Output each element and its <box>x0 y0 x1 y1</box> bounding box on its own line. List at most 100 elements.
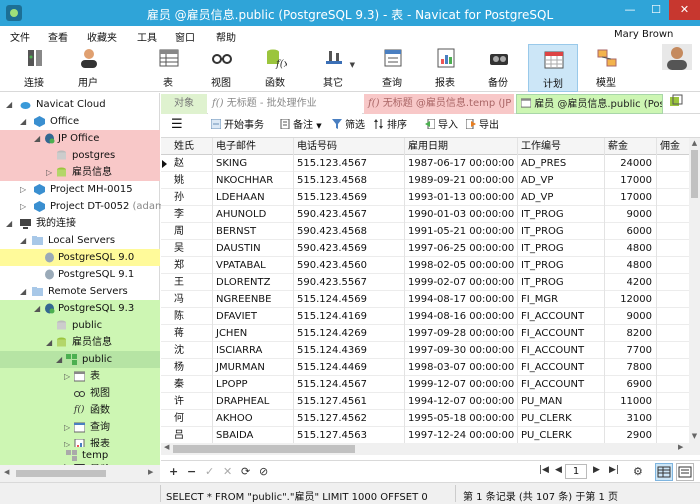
table-cell[interactable]: PU_CLERK <box>518 410 605 427</box>
table-row[interactable]: 蒋 JCHEN 515.124.4269 1997-09-28 00:00:00 FI_… <box>161 325 689 342</box>
toolbar-view-button[interactable]: 视图 <box>197 44 245 92</box>
user-avatar[interactable] <box>662 44 692 70</box>
table-cell[interactable]: 1994-12-07 00:00:00 <box>405 393 518 410</box>
table-cell[interactable]: 1989-09-21 00:00:00 <box>405 172 518 189</box>
table-row[interactable]: 赵 SKING 515.123.4567 1987-06-17 00:00:00 AD_… <box>161 155 689 172</box>
table-cell[interactable]: 许 <box>171 393 213 410</box>
table-cell[interactable]: VPATABAL <box>213 257 294 274</box>
collapse-arrow-icon[interactable]: ◢ <box>34 130 40 147</box>
table-cell[interactable]: NGREENBE <box>213 291 294 308</box>
expand-arrow-icon[interactable]: ▷ <box>20 181 26 198</box>
tree-item-employee-info-db-2[interactable]: ◢ 雇员信息 <box>0 334 160 351</box>
table-cell[interactable]: JCHEN <box>213 325 294 342</box>
table-cell[interactable]: 1997-12-24 00:00:00 <box>405 427 518 443</box>
memo-dropdown-icon[interactable]: ▼ <box>316 122 321 130</box>
begin-transaction-button[interactable]: 开始事务 <box>211 118 264 134</box>
data-grid[interactable]: 姓氏 电子邮件 电话号码 雇用日期 工作编号 薪金 佣金 赵 SKING 515.1… <box>161 138 689 443</box>
column-header[interactable]: 姓氏 <box>171 138 213 155</box>
table-cell[interactable]: 590.423.4568 <box>294 223 405 240</box>
tree-item-postgresql-93[interactable]: ◢ PostgreSQL 9.3 <box>0 300 160 317</box>
table-cell[interactable] <box>657 223 689 240</box>
table-row[interactable]: 秦 LPOPP 515.124.4567 1999-12-07 00:00:00 FI_… <box>161 376 689 393</box>
scroll-up-icon[interactable]: ▲ <box>689 139 700 147</box>
table-cell[interactable] <box>657 240 689 257</box>
collapse-arrow-icon[interactable]: ◢ <box>6 96 12 113</box>
table-cell[interactable]: 24000 <box>605 155 657 172</box>
minimize-button[interactable]: — <box>617 0 643 20</box>
next-page-button[interactable]: ▶ <box>593 465 600 475</box>
table-cell[interactable] <box>657 325 689 342</box>
table-cell[interactable]: IT_PROG <box>518 274 605 291</box>
table-cell[interactable]: DRAPHEAL <box>213 393 294 410</box>
table-cell[interactable]: 515.127.4563 <box>294 427 405 443</box>
tree-item-postgres-db[interactable]: postgres <box>0 147 160 164</box>
menu-tools[interactable]: 工具 <box>137 29 157 44</box>
table-cell[interactable]: 590.423.4567 <box>294 206 405 223</box>
scroll-right-icon[interactable]: ▶ <box>148 468 153 476</box>
tab-objects[interactable]: 对象 <box>161 94 207 114</box>
column-header[interactable]: 薪金 <box>605 138 657 155</box>
new-tab-button[interactable] <box>665 94 695 114</box>
table-cell[interactable]: FI_ACCOUNT <box>518 359 605 376</box>
table-cell[interactable] <box>657 274 689 291</box>
table-cell[interactable]: AD_VP <box>518 189 605 206</box>
table-cell[interactable]: IT_PROG <box>518 206 605 223</box>
table-cell[interactable]: SKING <box>213 155 294 172</box>
table-cell[interactable]: 1997-06-25 00:00:00 <box>405 240 518 257</box>
table-cell[interactable]: 590.423.5567 <box>294 274 405 291</box>
table-cell[interactable]: 9000 <box>605 206 657 223</box>
table-cell[interactable]: IT_PROG <box>518 223 605 240</box>
last-page-button[interactable]: ▶| <box>609 465 619 475</box>
table-cell[interactable]: FI_ACCOUNT <box>518 376 605 393</box>
table-cell[interactable]: FI_ACCOUNT <box>518 325 605 342</box>
scroll-left-icon[interactable]: ◀ <box>4 468 9 476</box>
table-cell[interactable]: DAUSTIN <box>213 240 294 257</box>
table-row[interactable]: 杨 JMURMAN 515.124.4469 1998-03-07 00:00:00 F… <box>161 359 689 376</box>
tree-item-queries[interactable]: ▷ 查询 <box>0 419 160 436</box>
toolbar-connection-button[interactable]: 连接 <box>10 44 58 92</box>
form-view-button[interactable] <box>676 463 694 481</box>
tree-item-temp[interactable]: temp <box>0 447 160 464</box>
scroll-thumb[interactable] <box>173 445 355 453</box>
table-cell[interactable]: 515.124.4569 <box>294 291 405 308</box>
close-button[interactable]: ✕ <box>669 0 700 20</box>
table-cell[interactable]: 1993-01-13 00:00:00 <box>405 189 518 206</box>
toolbar-function-button[interactable]: f(x) 函数 <box>251 44 299 92</box>
table-cell[interactable] <box>657 393 689 410</box>
table-cell[interactable]: LDEHAAN <box>213 189 294 206</box>
table-cell[interactable]: 1991-05-21 00:00:00 <box>405 223 518 240</box>
table-cell[interactable]: 秦 <box>171 376 213 393</box>
table-cell[interactable]: LPOPP <box>213 376 294 393</box>
expand-arrow-icon[interactable]: ▷ <box>20 198 26 215</box>
collapse-arrow-icon[interactable]: ◢ <box>34 300 40 317</box>
tree-item-postgresql-91[interactable]: PostgreSQL 9.1 <box>0 266 160 283</box>
table-cell[interactable]: BERNST <box>213 223 294 240</box>
expand-arrow-icon[interactable]: ▷ <box>46 164 52 181</box>
delete-record-button[interactable]: − <box>187 465 196 478</box>
collapse-arrow-icon[interactable]: ◢ <box>20 283 26 300</box>
vertical-scrollbar[interactable]: ▲ ▼ <box>689 138 700 443</box>
table-cell[interactable]: 9000 <box>605 308 657 325</box>
expand-arrow-icon[interactable]: ▷ <box>64 368 70 385</box>
add-record-button[interactable]: + <box>169 465 178 478</box>
table-cell[interactable]: 7700 <box>605 342 657 359</box>
table-cell[interactable]: 王 <box>171 274 213 291</box>
table-row[interactable]: 冯 NGREENBE 515.124.4569 1994-08-17 00:00:00… <box>161 291 689 308</box>
tree-item-views[interactable]: 视图 <box>0 385 160 402</box>
table-cell[interactable]: 吴 <box>171 240 213 257</box>
table-cell[interactable]: 515.124.4169 <box>294 308 405 325</box>
table-cell[interactable]: 515.127.4562 <box>294 410 405 427</box>
table-cell[interactable]: 7800 <box>605 359 657 376</box>
table-cell[interactable]: IT_PROG <box>518 257 605 274</box>
table-cell[interactable]: 蒋 <box>171 325 213 342</box>
table-row[interactable]: 李 AHUNOLD 590.423.4567 1990-01-03 00:00:00 I… <box>161 206 689 223</box>
table-cell[interactable]: PU_CLERK <box>518 427 605 443</box>
table-cell[interactable]: 4200 <box>605 274 657 291</box>
table-cell[interactable]: 杨 <box>171 359 213 376</box>
maximize-button[interactable]: ☐ <box>643 0 669 20</box>
table-cell[interactable]: 515.124.4269 <box>294 325 405 342</box>
table-cell[interactable]: 1995-05-18 00:00:00 <box>405 410 518 427</box>
table-cell[interactable]: 吕 <box>171 427 213 443</box>
table-cell[interactable]: FI_MGR <box>518 291 605 308</box>
toolbar-other-button[interactable]: 其它 ▼ <box>309 44 357 92</box>
